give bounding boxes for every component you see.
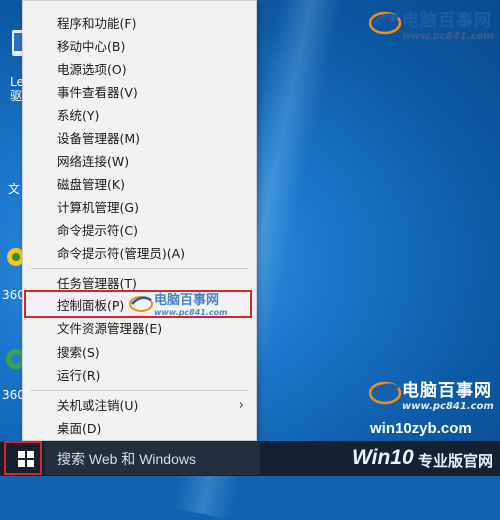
menu-item-device-manager[interactable]: 设备管理器(M) [23,128,256,150]
menu-item-label: 桌面(D) [57,421,102,436]
desktop-icon-label: 文 [8,182,21,196]
watermark-url: www.pc841.com [154,308,228,317]
menu-item-label: 移动中心(B) [57,39,126,54]
menu-item-label: 系统(Y) [57,108,100,123]
menu-item-system[interactable]: 系统(Y) [23,105,256,127]
menu-item-label: 设备管理器(M) [57,131,141,146]
menu-item-label: 事件查看器(V) [57,85,138,100]
menu-item-label: 命令提示符(管理员)(A) [57,246,186,261]
menu-item-desktop[interactable]: 桌面(D) [23,418,256,440]
menu-item-label: 电源选项(O) [57,62,127,77]
pc841-bird-logo-icon [368,381,402,405]
menu-item-disk-management[interactable]: 磁盘管理(K) [23,174,256,196]
winx-context-menu: 程序和功能(F) 移动中心(B) 电源选项(O) 事件查看器(V) 系统(Y) … [22,0,257,441]
menu-item-file-explorer[interactable]: 文件资源管理器(E) [23,318,256,340]
menu-item-label: 磁盘管理(K) [57,177,125,192]
menu-item-command-prompt-admin[interactable]: 命令提示符(管理员)(A) [23,243,256,265]
menu-item-label: 运行(R) [57,368,101,383]
menu-item-label: 网络连接(W) [57,154,130,169]
pc841-bird-logo-icon [129,296,153,312]
menu-separator [31,268,248,269]
chevron-right-icon: › [238,398,244,413]
menu-item-label: 文件资源管理器(E) [57,321,163,336]
menu-item-programs-features[interactable]: 程序和功能(F) [23,13,256,35]
pc841-bird-logo-icon [368,11,402,35]
win10-watermark: Win10 [352,446,414,469]
menu-item-shutdown-signout[interactable]: 关机或注销(U) › [23,395,256,417]
site-watermark: win10zyb.com [370,420,472,437]
taskbar-search-placeholder: 搜索 Web 和 Windows [57,451,196,467]
menu-item-event-viewer[interactable]: 事件查看器(V) [23,82,256,104]
watermark-brand: 电脑百事网 [402,381,492,401]
360-security-icon [6,349,26,369]
menu-item-network-connections[interactable]: 网络连接(W) [23,151,256,173]
menu-item-search[interactable]: 搜索(S) [23,342,256,364]
menu-item-label: 计算机管理(G) [57,200,139,215]
watermark-brand: 电脑百事网 [402,11,492,31]
menu-item-computer-management[interactable]: 计算机管理(G) [23,197,256,219]
desktop-icon-file[interactable]: 文 [8,182,20,196]
menu-item-label: 搜索(S) [57,345,100,360]
menu-item-label: 程序和功能(F) [57,16,137,31]
menu-separator [31,390,248,391]
menu-item-command-prompt[interactable]: 命令提示符(C) [23,220,256,242]
menu-item-mobility-center[interactable]: 移动中心(B) [23,36,256,58]
menu-item-label: 命令提示符(C) [57,223,138,238]
watermark-url: www.pc841.com [402,401,494,412]
watermark-brand: 电脑百事网 [154,293,220,308]
watermark-url: www.pc841.com [402,31,494,42]
360-app-icon [7,248,25,266]
menu-item-run[interactable]: 运行(R) [23,365,256,387]
windows-logo-icon [18,451,34,467]
win10-pro-watermark: 专业版官网 [418,452,494,470]
menu-item-label: 任务管理器(T) [57,276,137,291]
menu-item-power-options[interactable]: 电源选项(O) [23,59,256,81]
menu-item-label: 关机或注销(U) [57,398,139,413]
start-button[interactable] [4,441,42,475]
